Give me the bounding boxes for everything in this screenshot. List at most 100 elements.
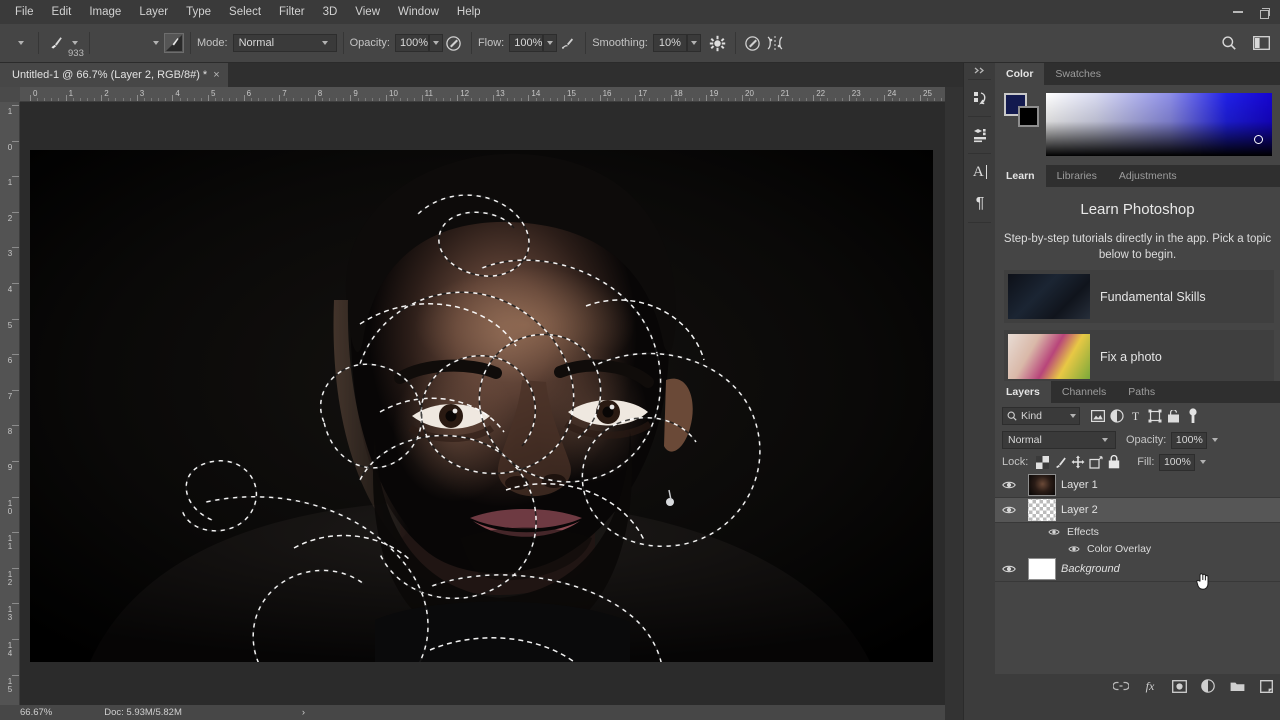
menu-item-help[interactable]: Help: [448, 0, 490, 24]
lock-image-pixels-icon[interactable]: [1051, 453, 1069, 471]
layer-opacity-input[interactable]: 100%: [1171, 431, 1208, 449]
horizontal-ruler[interactable]: 0 1 2 3 4 5 6 7 8 9 10 11 12 13 14 15 16 17 18 19 20 21 22 23 24…: [20, 87, 945, 102]
layer-list: Layer 1 Layer 2 Effects Color Overlay Backgr…: [995, 473, 1280, 582]
pressure-size-icon[interactable]: [742, 32, 764, 54]
layer-kind-filter[interactable]: Kind: [1002, 407, 1080, 425]
brush-preset-picker[interactable]: [164, 33, 184, 53]
filter-pixel-icon[interactable]: [1088, 407, 1107, 425]
menu-item-layer[interactable]: Layer: [130, 0, 177, 24]
layer-thumbnail[interactable]: [1028, 474, 1056, 496]
smoothing-dropdown[interactable]: [686, 34, 701, 52]
layer-effect-row[interactable]: Color Overlay: [995, 540, 1280, 557]
tab-paths[interactable]: Paths: [1117, 381, 1166, 403]
lock-all-icon[interactable]: [1105, 453, 1123, 471]
layer-effect-row[interactable]: Effects: [995, 523, 1280, 540]
tab-channels[interactable]: Channels: [1051, 381, 1117, 403]
link-layers-icon[interactable]: [1113, 678, 1129, 694]
opacity-input[interactable]: 100%: [394, 34, 429, 52]
history-panel-icon[interactable]: [964, 82, 996, 114]
actions-panel-icon[interactable]: [964, 119, 996, 151]
background-color-swatch[interactable]: [1018, 106, 1039, 127]
menu-item-file[interactable]: File: [6, 0, 43, 24]
menu-item-select[interactable]: Select: [220, 0, 270, 24]
menu-item-view[interactable]: View: [346, 0, 389, 24]
new-group-icon[interactable]: [1229, 678, 1245, 694]
learn-card[interactable]: Fundamental Skills: [1004, 270, 1274, 323]
airbrush-icon[interactable]: [557, 32, 579, 54]
filter-adjustment-icon[interactable]: [1107, 407, 1126, 425]
close-icon[interactable]: ×: [213, 69, 219, 81]
tab-layers[interactable]: Layers: [995, 381, 1051, 403]
ruler-corner[interactable]: [0, 87, 20, 102]
brush-settings-chevron-icon[interactable]: [153, 41, 159, 45]
brush-icon[interactable]: [45, 32, 67, 54]
filter-toggle-icon[interactable]: [1183, 407, 1202, 425]
layer-row[interactable]: Layer 1: [995, 473, 1280, 498]
minimize-button[interactable]: [1226, 2, 1250, 22]
color-swatches[interactable]: [1004, 93, 1040, 127]
layer-visibility-eye-icon[interactable]: [995, 564, 1023, 574]
symmetry-icon[interactable]: [764, 32, 786, 54]
layer-visibility-eye-icon[interactable]: [995, 480, 1023, 490]
menu-item-edit[interactable]: Edit: [43, 0, 81, 24]
tab-libraries[interactable]: Libraries: [1046, 165, 1108, 187]
layer-thumbnail[interactable]: [1028, 499, 1056, 521]
brush-dropdown-chevron-icon[interactable]: [72, 41, 78, 45]
layer-style-fx-icon[interactable]: fx: [1142, 678, 1158, 694]
menu-item-window[interactable]: Window: [389, 0, 448, 24]
new-layer-icon[interactable]: [1258, 678, 1274, 694]
restore-button[interactable]: [1252, 2, 1276, 22]
add-layer-mask-icon[interactable]: [1171, 678, 1187, 694]
doc-info[interactable]: Doc: 5.93M/5.82M: [104, 707, 182, 718]
smoothing-input[interactable]: 10%: [652, 34, 687, 52]
status-arrow-icon[interactable]: ›: [302, 707, 305, 718]
color-ramp[interactable]: [1046, 93, 1272, 156]
lock-transparent-pixels-icon[interactable]: [1033, 453, 1051, 471]
canvas-area[interactable]: [20, 102, 945, 705]
character-panel-icon[interactable]: A: [964, 156, 996, 188]
flow-dropdown[interactable]: [543, 34, 558, 52]
effect-visibility-eye-icon[interactable]: [1047, 527, 1062, 535]
menu-item-3d[interactable]: 3D: [314, 0, 347, 24]
filter-shape-icon[interactable]: [1145, 407, 1164, 425]
layer-fill-chevron-icon[interactable]: [1200, 460, 1207, 464]
menu-item-filter[interactable]: Filter: [270, 0, 314, 24]
tab-swatches[interactable]: Swatches: [1044, 63, 1112, 85]
layer-visibility-eye-icon[interactable]: [995, 505, 1023, 515]
effect-visibility-eye-icon[interactable]: [1067, 544, 1082, 552]
zoom-level[interactable]: 66.67%: [20, 707, 52, 718]
layer-blend-mode-select[interactable]: Normal: [1002, 431, 1116, 449]
lock-position-icon[interactable]: [1069, 453, 1087, 471]
layer-row[interactable]: Background: [995, 557, 1280, 582]
opacity-dropdown[interactable]: [428, 34, 443, 52]
layer-thumbnail[interactable]: [1028, 558, 1056, 580]
gear-icon[interactable]: [707, 32, 729, 54]
status-bar: 66.67% Doc: 5.93M/5.82M ›: [0, 705, 945, 720]
vertical-ruler[interactable]: 10123456789101112131415: [0, 87, 20, 705]
ruler-tick: [457, 95, 459, 101]
tab-adjustments[interactable]: Adjustments: [1108, 165, 1188, 187]
flow-input[interactable]: 100%: [509, 34, 544, 52]
tool-preset-chevron-icon[interactable]: [10, 32, 32, 54]
search-icon[interactable]: [1218, 32, 1240, 54]
filter-smart-object-icon[interactable]: [1164, 407, 1183, 425]
ruler-label: 0: [7, 142, 13, 152]
lock-artboard-nesting-icon[interactable]: [1087, 453, 1105, 471]
learn-card[interactable]: Fix a photo: [1004, 330, 1274, 381]
blend-mode-select[interactable]: Normal: [232, 34, 337, 52]
paragraph-panel-icon[interactable]: ¶: [964, 188, 996, 220]
double-chevron-collapse-icon[interactable]: [964, 63, 995, 77]
new-adjustment-layer-icon[interactable]: [1200, 678, 1216, 694]
filter-type-icon[interactable]: T: [1126, 407, 1145, 425]
tab-color[interactable]: Color: [995, 63, 1045, 85]
menu-item-type[interactable]: Type: [177, 0, 220, 24]
tab-learn[interactable]: Learn: [995, 165, 1046, 187]
document-tab[interactable]: Untitled-1 @ 66.7% (Layer 2, RGB/8#) * ×: [0, 63, 228, 87]
pressure-opacity-icon[interactable]: [443, 32, 465, 54]
layer-opacity-chevron-icon[interactable]: [1212, 438, 1219, 442]
layer-fill-input[interactable]: 100%: [1159, 453, 1196, 471]
layer-row[interactable]: Layer 2: [995, 498, 1280, 523]
artboard[interactable]: [30, 150, 933, 662]
workspace-panel-icon[interactable]: [1250, 32, 1272, 54]
menu-item-image[interactable]: Image: [80, 0, 130, 24]
